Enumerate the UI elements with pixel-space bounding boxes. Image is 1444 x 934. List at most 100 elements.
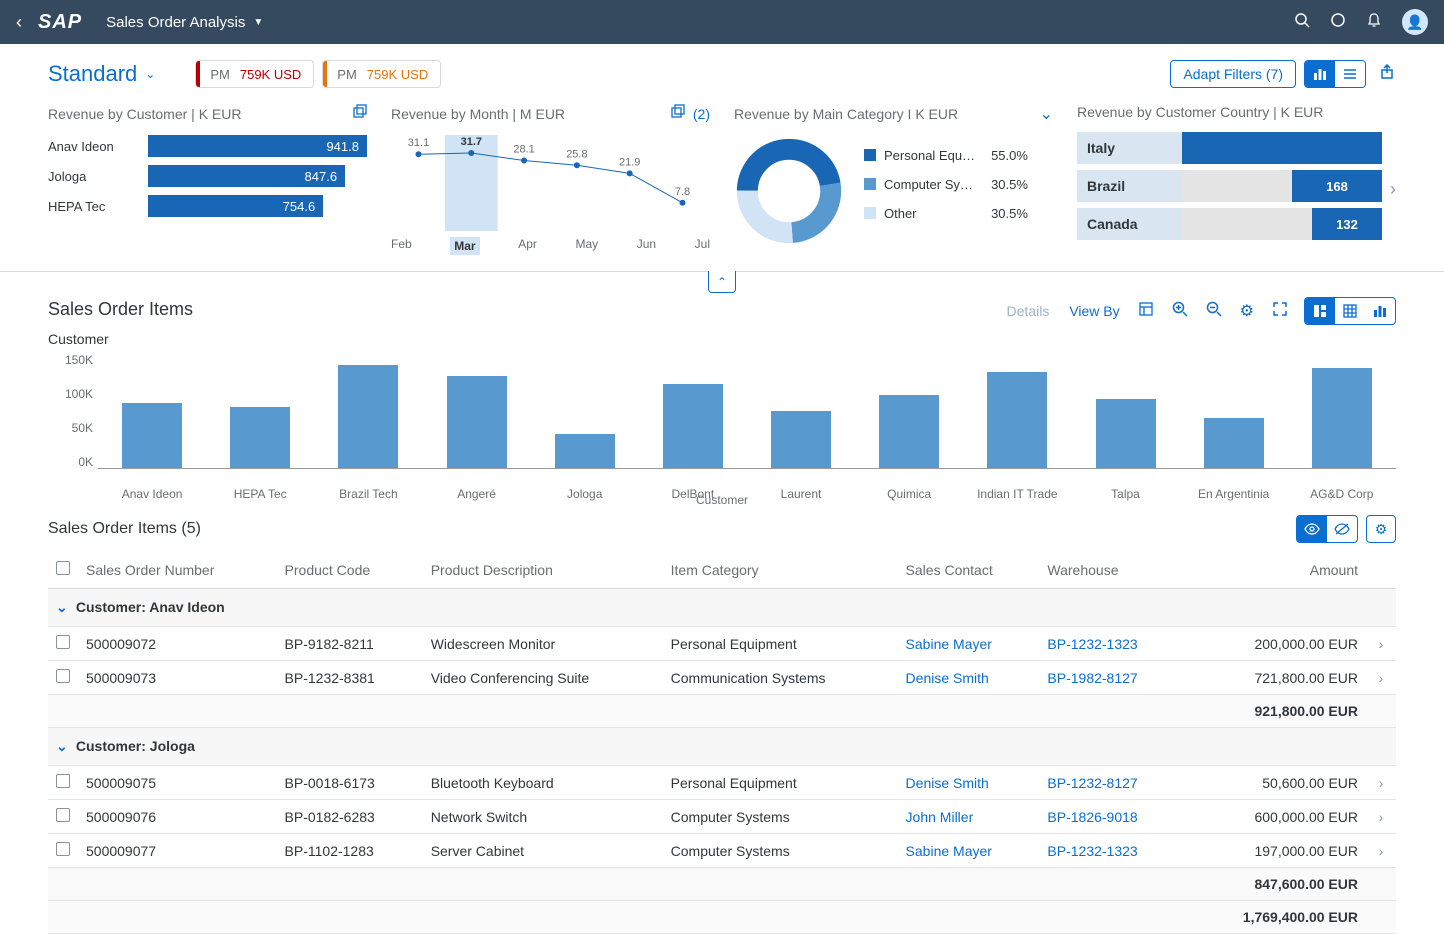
x-tick-label: Jun [637,237,656,255]
warehouse-link[interactable]: BP-1232-1323 [1047,636,1137,652]
chart-bar[interactable] [122,403,182,468]
donut-chart [734,136,844,246]
chart-view-toggle[interactable] [1305,61,1335,87]
select-all-checkbox[interactable] [56,561,70,575]
y-tick-label: 150K [48,353,93,367]
notification-icon[interactable] [1366,12,1382,33]
table-row: 500009073 BP-1232-8381 Video Conferencin… [48,661,1396,695]
table-view-button[interactable] [1335,298,1365,324]
country-name: Brazil [1077,170,1182,202]
app-title-dropdown[interactable]: Sales Order Analysis ▼ [106,14,263,31]
chart-bar[interactable] [1096,399,1156,468]
chart-bar[interactable] [338,365,398,469]
chart-bar[interactable] [1312,368,1372,468]
sales-contact-link[interactable]: Denise Smith [906,775,989,791]
share-icon[interactable] [1380,64,1396,85]
x-tick-label: Jologa [531,487,639,501]
x-tick-label: Anav Ideon [98,487,206,501]
cell-amount: 721,800.00 EUR [1186,661,1366,695]
chevron-right-icon[interactable]: › [1390,179,1396,200]
row-nav-icon[interactable]: › [1366,834,1396,868]
row-checkbox[interactable] [56,774,70,788]
x-tick-label: En Argentinia [1180,487,1288,501]
chart-bar[interactable] [987,372,1047,468]
chart-bar[interactable] [447,376,507,468]
row-checkbox[interactable] [56,808,70,822]
chart-bar[interactable] [1204,418,1264,468]
country-row: Italy [1077,132,1382,164]
column-header[interactable]: Item Category [663,551,898,589]
warehouse-link[interactable]: BP-1826-9018 [1047,809,1137,825]
cell-amount: 600,000.00 EUR [1186,800,1366,834]
list-view-toggle[interactable] [1335,61,1365,87]
group-header-row[interactable]: ⌄ Customer: Anav Ideon [48,589,1396,627]
popout-icon[interactable] [671,104,685,123]
adapt-filters-button[interactable]: Adapt Filters (7) [1170,60,1296,88]
combined-view-button[interactable] [1305,298,1335,324]
sales-contact-link[interactable]: Denise Smith [906,670,989,686]
chart-bar[interactable] [555,434,615,469]
row-checkbox[interactable] [56,842,70,856]
table-settings-button[interactable]: ⚙ [1366,515,1396,543]
show-button[interactable] [1297,516,1327,542]
kpi-chip[interactable]: PM759K USD [195,60,314,88]
card-revenue-by-customer: Revenue by Customer | K EUR Anav Ideon94… [48,104,367,225]
subtotal-value: 847,600.00 EUR [1186,868,1366,901]
row-checkbox[interactable] [56,669,70,683]
sales-contact-link[interactable]: Sabine Mayer [906,843,992,859]
fullscreen-icon[interactable] [1272,301,1288,322]
chart-bar[interactable] [230,407,290,468]
column-header[interactable]: Warehouse [1039,551,1185,589]
column-header[interactable]: Product Code [277,551,423,589]
chart-bar[interactable] [879,395,939,468]
chart-bar[interactable] [663,384,723,468]
details-link[interactable]: Details [1007,303,1050,319]
group-header-row[interactable]: ⌄ Customer: Jologa [48,728,1396,766]
chart-bar[interactable] [771,411,831,469]
search-icon[interactable] [1294,12,1310,33]
x-tick-label: Brazil Tech [314,487,422,501]
column-header[interactable]: Sales Contact [898,551,1040,589]
user-avatar[interactable]: 👤 [1402,9,1428,35]
warehouse-link[interactable]: BP-1232-1323 [1047,843,1137,859]
sales-contact-link[interactable]: Sabine Mayer [906,636,992,652]
copilot-icon[interactable] [1330,12,1346,33]
row-nav-icon[interactable]: › [1366,766,1396,800]
column-header[interactable]: Sales Order Number [78,551,277,589]
collapse-header-button[interactable]: ⌃ [708,271,736,293]
row-nav-icon[interactable]: › [1366,661,1396,695]
zoom-out-icon[interactable] [1206,301,1222,322]
card-link-count[interactable]: (2) [693,106,710,122]
column-header[interactable]: Product Description [423,551,663,589]
x-tick-label: Mar [450,237,479,255]
back-icon[interactable]: ‹ [16,12,22,33]
row-checkbox[interactable] [56,635,70,649]
row-nav-icon[interactable]: › [1366,800,1396,834]
popout-icon[interactable] [353,104,367,123]
zoom-in-icon[interactable] [1172,301,1188,322]
hbar-bar: 941.8 [148,135,367,157]
warehouse-link[interactable]: BP-1232-8127 [1047,775,1137,791]
table-row: 500009072 BP-9182-8211 Widescreen Monito… [48,627,1396,661]
x-tick-label: Angeré [422,487,530,501]
viewby-link[interactable]: View By [1069,303,1119,319]
sales-order-table: Sales Order NumberProduct CodeProduct De… [48,551,1396,934]
x-tick-label: Jul [695,237,710,255]
legend-row: Computer Sy…30.5% [864,177,1028,192]
table-row: 500009075 BP-0018-6173 Bluetooth Keyboar… [48,766,1396,800]
kpi-label: PM [200,67,240,82]
hide-button[interactable] [1327,516,1357,542]
column-header[interactable]: Amount [1186,551,1366,589]
chart-only-button[interactable] [1365,298,1395,324]
chevron-down-icon[interactable]: ⌄ [1040,104,1053,124]
kpi-chip[interactable]: PM759K USD [322,60,441,88]
gear-icon[interactable]: ⚙ [1240,301,1254,321]
legend-swatch [864,207,876,219]
sales-contact-link[interactable]: John Miller [906,809,974,825]
drill-icon[interactable] [1138,301,1154,322]
warehouse-link[interactable]: BP-1982-8127 [1047,670,1137,686]
x-tick-label: Feb [391,237,412,255]
row-nav-icon[interactable]: › [1366,627,1396,661]
variant-selector[interactable]: Standard ⌄ [48,61,155,87]
hbar-bar: 754.6 [148,195,323,217]
